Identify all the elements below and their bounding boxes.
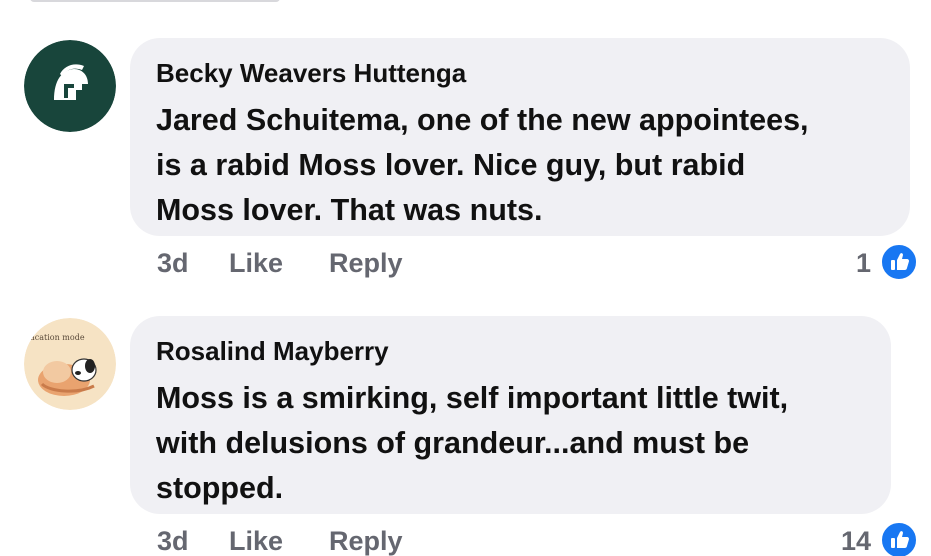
reply-button[interactable]: Reply (329, 248, 403, 279)
comment-bubble: Becky Weavers Huttenga Jared Schuitema, … (130, 38, 910, 236)
comment-text-line: Moss is a smirking, self important littl… (156, 381, 789, 415)
vacation-mode-illustration-icon: acation mode (24, 318, 116, 410)
reaction-summary[interactable]: 14 (819, 520, 919, 556)
comment-text-line: Moss lover. That was nuts. (156, 193, 543, 227)
comment-author[interactable]: Rosalind Mayberry (156, 336, 389, 367)
like-button[interactable]: Like (229, 526, 283, 556)
reaction-summary[interactable]: 1 (829, 242, 919, 282)
comment-text: Moss is a smirking, self important littl… (156, 376, 788, 511)
comment-text-line: is a rabid Moss lover. Nice guy, but rab… (156, 148, 746, 182)
comments-section: Becky Weavers Huttenga Jared Schuitema, … (0, 0, 931, 556)
comment-text: Jared Schuitema, one of the new appointe… (156, 98, 809, 233)
comment-text-line: Jared Schuitema, one of the new appointe… (156, 103, 809, 137)
reply-button[interactable]: Reply (329, 526, 403, 556)
spartan-helmet-icon (24, 40, 116, 132)
comment-text-line: stopped. (156, 471, 284, 505)
thumbs-up-icon (879, 242, 919, 282)
avatar[interactable] (24, 40, 116, 132)
previous-content-edge (30, 0, 280, 2)
like-button[interactable]: Like (229, 248, 283, 279)
comment-text-line: with delusions of grandeur...and must be (156, 426, 750, 460)
comment-timestamp[interactable]: 3d (157, 248, 189, 279)
comment-author[interactable]: Becky Weavers Huttenga (156, 58, 466, 89)
reaction-count: 14 (840, 526, 871, 556)
comment-bubble: Rosalind Mayberry Moss is a smirking, se… (130, 316, 891, 514)
comment-timestamp[interactable]: 3d (157, 526, 189, 556)
reaction-count: 1 (855, 248, 871, 278)
thumbs-up-icon (879, 520, 919, 556)
avatar-caption: acation mode (30, 333, 85, 342)
avatar[interactable]: acation mode (24, 318, 116, 410)
